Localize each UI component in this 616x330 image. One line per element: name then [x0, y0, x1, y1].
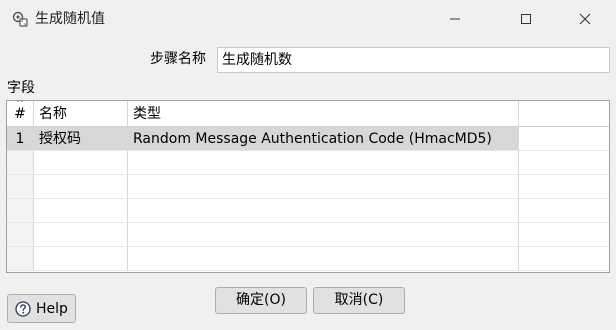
minimize-button[interactable] — [432, 0, 478, 38]
empty-row-filler — [519, 223, 609, 247]
empty-row-cell[interactable] — [34, 223, 128, 247]
empty-row-cell[interactable] — [128, 247, 519, 271]
fields-table[interactable]: ^ # 名称 类型 1 授权码 Random Message Authentic… — [6, 100, 610, 273]
step-name-label: 步骤名称 — [150, 51, 206, 67]
column-header-name[interactable]: 名称 — [34, 101, 128, 127]
empty-row-number[interactable] — [7, 151, 34, 175]
column-header-filler — [519, 101, 609, 127]
empty-row-number[interactable] — [7, 223, 34, 247]
maximize-icon — [521, 14, 531, 24]
close-icon — [579, 13, 591, 25]
empty-row-filler — [519, 175, 609, 199]
help-button[interactable]: Help — [7, 294, 76, 323]
empty-row-number[interactable] — [7, 199, 34, 223]
empty-row-cell[interactable] — [34, 151, 128, 175]
maximize-button[interactable] — [503, 0, 549, 38]
step-name-input[interactable]: 生成随机数 — [217, 47, 610, 73]
column-header-type[interactable]: 类型 — [128, 101, 519, 127]
cancel-button[interactable]: 取消(C) — [313, 287, 405, 314]
empty-row-cell[interactable] — [128, 175, 519, 199]
row-type-cell[interactable]: Random Message Authentication Code (Hmac… — [128, 127, 519, 151]
ok-button[interactable]: 确定(O) — [215, 287, 307, 314]
empty-row-filler — [519, 247, 609, 271]
minimize-icon — [450, 18, 460, 20]
help-label: Help — [36, 301, 68, 317]
empty-row-cell[interactable] — [128, 199, 519, 223]
title-bar: 生成随机值 — [0, 0, 616, 38]
empty-row-number[interactable] — [7, 175, 34, 199]
row-filler-cell — [519, 127, 609, 151]
empty-row-cell[interactable] — [34, 199, 128, 223]
fields-section-label: 字段 — [7, 80, 35, 96]
empty-row-number[interactable] — [7, 247, 34, 271]
app-icon — [12, 11, 28, 27]
window-title: 生成随机值 — [35, 11, 105, 27]
close-button[interactable] — [562, 0, 608, 38]
sort-caret-icon: ^ — [16, 100, 24, 109]
row-number[interactable]: 1 — [7, 127, 34, 151]
empty-row-filler — [519, 199, 609, 223]
empty-row-cell[interactable] — [128, 223, 519, 247]
question-circle-icon — [15, 301, 31, 317]
empty-row-cell[interactable] — [34, 247, 128, 271]
empty-row-cell[interactable] — [128, 151, 519, 175]
empty-row-cell[interactable] — [34, 175, 128, 199]
column-header-number[interactable]: ^ # — [7, 101, 34, 127]
empty-row-filler — [519, 151, 609, 175]
row-name-cell[interactable]: 授权码 — [34, 127, 128, 151]
